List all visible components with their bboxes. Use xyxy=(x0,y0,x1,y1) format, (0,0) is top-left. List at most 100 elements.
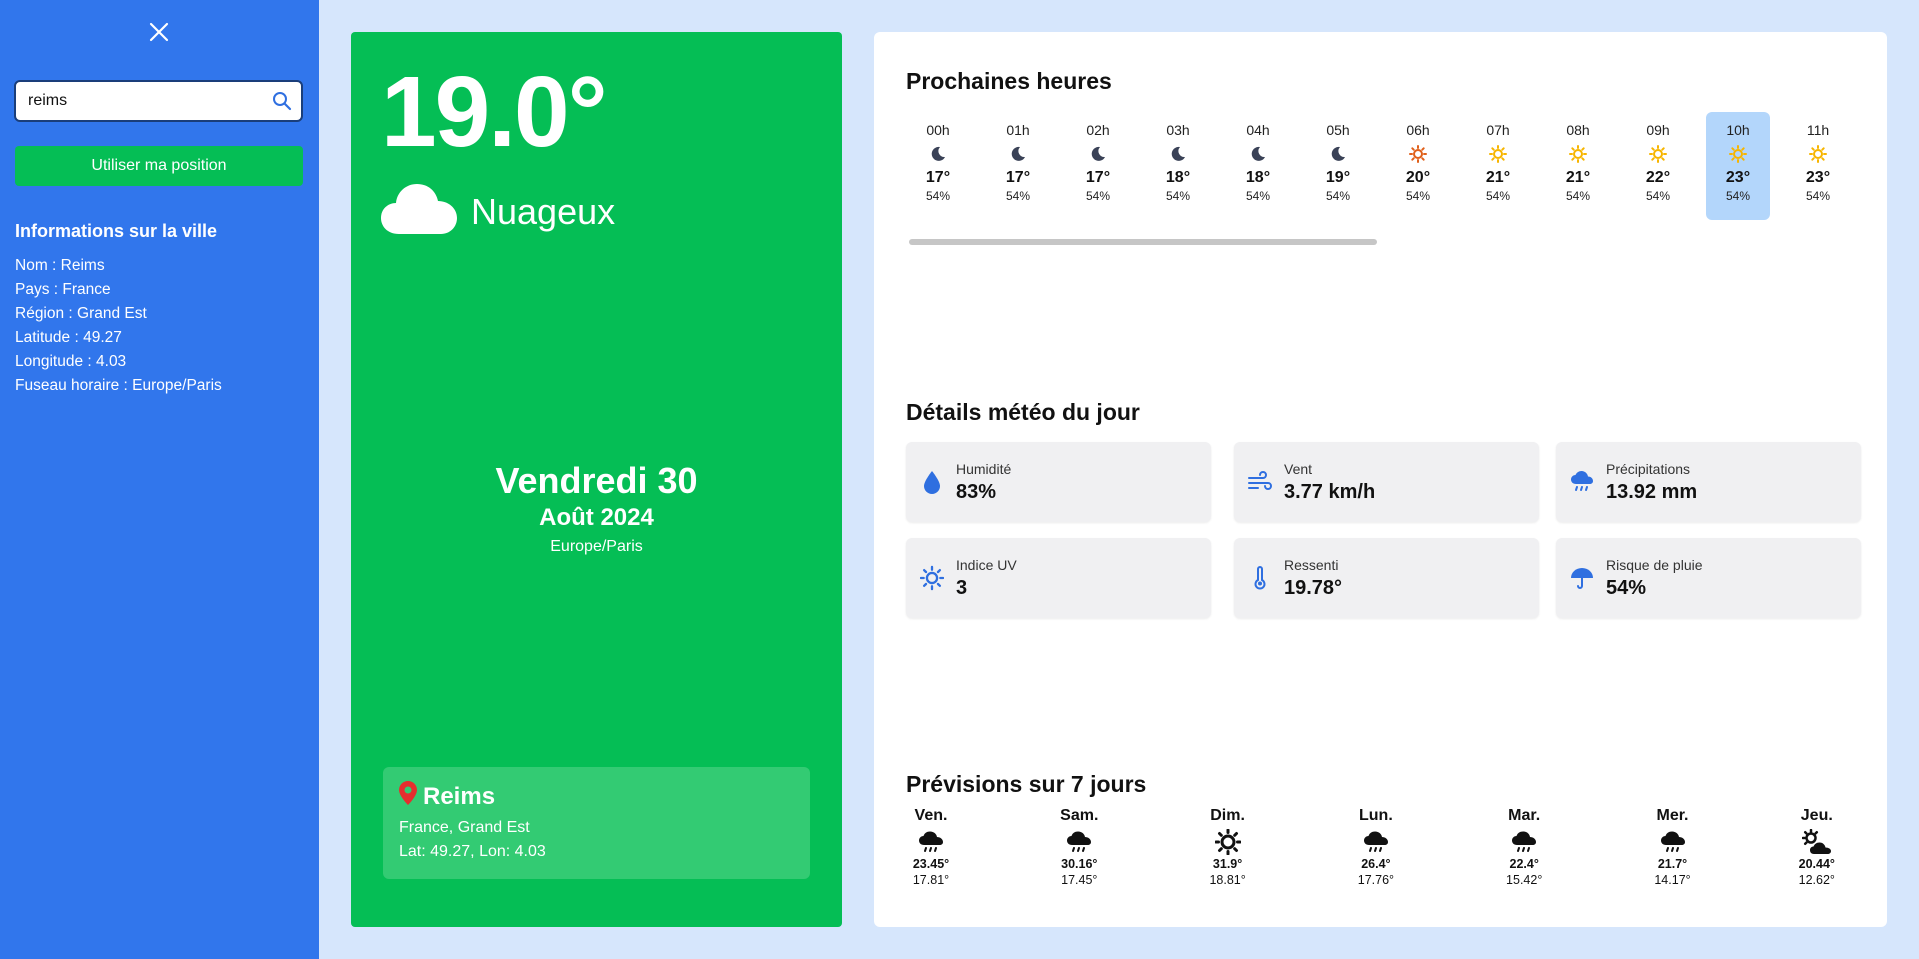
forecast-max: 21.7° xyxy=(1657,857,1688,871)
detail-value: 54% xyxy=(1606,576,1647,599)
hour-label: 04h xyxy=(1246,122,1270,138)
condition-label: Nuageux xyxy=(471,190,616,232)
hour-item[interactable]: 00h 17° 54% xyxy=(906,112,970,220)
date-day: Vendredi 30 xyxy=(495,460,698,501)
close-icon[interactable] xyxy=(148,21,170,43)
hour-item[interactable]: 05h 19° 54% xyxy=(1306,112,1370,220)
hourly-scrollbar[interactable] xyxy=(909,239,1377,245)
detail-value: 3.77 km/h xyxy=(1284,480,1376,503)
current-weather-card: 19.0° Nuageux Vendredi 30 Août 2024 Euro… xyxy=(351,32,842,927)
city-info-line: Longitude : 4.03 xyxy=(15,353,127,370)
moon-icon xyxy=(1146,142,1210,166)
detail-value: 19.78° xyxy=(1284,576,1343,599)
forecast-max: 30.16° xyxy=(1061,857,1098,871)
hour-temp: 21° xyxy=(1485,169,1511,186)
forecast-max: 20.44° xyxy=(1798,857,1835,871)
hour-item[interactable]: 08h 21° 54% xyxy=(1546,112,1610,220)
forecast-max: 26.4° xyxy=(1361,857,1391,871)
forecast-day: Lun. 26.4° 17.76° xyxy=(1336,807,1416,887)
search-icon[interactable] xyxy=(272,91,292,111)
hour-temp: 17° xyxy=(925,169,951,186)
hour-item[interactable]: 09h 22° 54% xyxy=(1626,112,1690,220)
moon-icon xyxy=(1306,142,1370,166)
search-input[interactable] xyxy=(16,82,256,120)
forecast-day: Sam. 30.16° 17.45° xyxy=(1039,807,1119,887)
umbrella-icon xyxy=(1570,566,1594,590)
hour-item[interactable]: 10h 23° 54% xyxy=(1706,112,1770,220)
forecast-max: 23.45° xyxy=(912,857,950,871)
location-card: Reims France, Grand Est Lat: 49.27, Lon:… xyxy=(383,767,810,879)
sun-icon xyxy=(920,565,944,591)
detail-label: Indice UV xyxy=(956,556,1017,573)
hour-temp: 17° xyxy=(1005,169,1031,186)
location-coords: Lat: 49.27, Lon: 4.03 xyxy=(399,843,546,860)
sun-cloud-icon xyxy=(1777,829,1857,855)
hour-rain: 54% xyxy=(925,189,951,203)
forecast-min: 15.42° xyxy=(1506,873,1543,887)
forecast-day-name: Dim. xyxy=(1210,807,1245,824)
forecast-day-name: Ven. xyxy=(914,807,948,824)
rain-cloud-icon xyxy=(1633,829,1713,855)
date-timezone: Europe/Paris xyxy=(550,538,643,555)
forecast-day: Dim. 31.9° 18.81° xyxy=(1188,807,1268,887)
hour-rain: 54% xyxy=(1565,189,1591,203)
moon-icon xyxy=(1226,142,1290,166)
detail-value: 13.92 mm xyxy=(1606,480,1698,503)
hour-rain: 54% xyxy=(1085,189,1111,203)
date-month: Août 2024 xyxy=(539,504,654,531)
forecast-min: 12.62° xyxy=(1798,873,1835,887)
forecast-day: Ven. 23.45° 17.81° xyxy=(891,807,971,887)
wind-icon xyxy=(1248,470,1272,494)
detail-card: Humidité 83% xyxy=(906,442,1211,522)
hour-item[interactable]: 02h 17° 54% xyxy=(1066,112,1130,220)
forecast-min: 17.45° xyxy=(1061,873,1098,887)
forecast-min: 18.81° xyxy=(1209,873,1246,887)
hour-label: 07h xyxy=(1486,122,1510,138)
date-block: Vendredi 30 Août 2024 Europe/Paris xyxy=(351,460,842,556)
forecast-day-name: Mar. xyxy=(1508,807,1541,824)
city-info-line: Latitude : 49.27 xyxy=(15,329,122,346)
hour-item[interactable]: 07h 21° 54% xyxy=(1466,112,1530,220)
sun-icon xyxy=(1188,829,1268,855)
hour-item[interactable]: 06h 20° 54% xyxy=(1386,112,1450,220)
hour-rain: 54% xyxy=(1725,189,1751,203)
forecast-min: 17.76° xyxy=(1357,873,1395,887)
hour-temp: 18° xyxy=(1245,169,1271,186)
hour-temp: 23° xyxy=(1805,169,1831,186)
weather-panel: Prochaines heures 00h 17° 54% 01h 17° 54% 02h 1… xyxy=(874,32,1887,927)
rain-cloud-icon xyxy=(1336,829,1416,855)
forecast-day-name: Jeu. xyxy=(1800,807,1833,824)
sun-icon xyxy=(1786,142,1850,166)
hour-item[interactable]: 03h 18° 54% xyxy=(1146,112,1210,220)
detail-card: Vent 3.77 km/h xyxy=(1234,442,1539,522)
sun-icon xyxy=(1626,142,1690,166)
forecast-day-name: Lun. xyxy=(1359,807,1393,824)
moon-icon xyxy=(1066,142,1130,166)
hour-item[interactable]: 11h 23° 54% xyxy=(1786,112,1850,220)
hour-rain: 54% xyxy=(1645,189,1671,203)
forecast-day: Mar. 22.4° 15.42° xyxy=(1484,807,1564,887)
city-info-line: Région : Grand Est xyxy=(15,305,147,322)
rain-cloud-icon xyxy=(1039,829,1119,855)
sun-icon xyxy=(1466,142,1530,166)
hour-label: 01h xyxy=(1006,122,1030,138)
detail-card: Ressenti 19.78° xyxy=(1234,538,1539,618)
hour-item[interactable]: 04h 18° 54% xyxy=(1226,112,1290,220)
detail-value: 3 xyxy=(956,576,968,599)
location-region: France, Grand Est xyxy=(399,819,530,836)
forecast-title: Prévisions sur 7 jours xyxy=(906,771,1147,797)
hour-temp: 18° xyxy=(1165,169,1191,186)
sidebar: Utiliser ma position Informations sur la… xyxy=(0,0,319,959)
hour-rain: 54% xyxy=(1405,189,1431,203)
rain-cloud-icon xyxy=(1570,470,1594,494)
use-position-button[interactable]: Utiliser ma position xyxy=(15,146,303,186)
forecast-day: Mer. 21.7° 14.17° xyxy=(1633,807,1713,887)
hour-item[interactable]: 01h 17° 54% xyxy=(986,112,1050,220)
hour-temp: 20° xyxy=(1405,169,1431,186)
hourly-title: Prochaines heures xyxy=(906,68,1112,94)
detail-card: Risque de pluie 54% xyxy=(1556,538,1861,618)
location-name: Reims xyxy=(399,781,794,812)
hour-label: 00h xyxy=(926,122,950,138)
city-info-line: Pays : France xyxy=(15,281,111,298)
city-info: Informations sur la ville Nom : Reims Pa… xyxy=(15,221,305,398)
